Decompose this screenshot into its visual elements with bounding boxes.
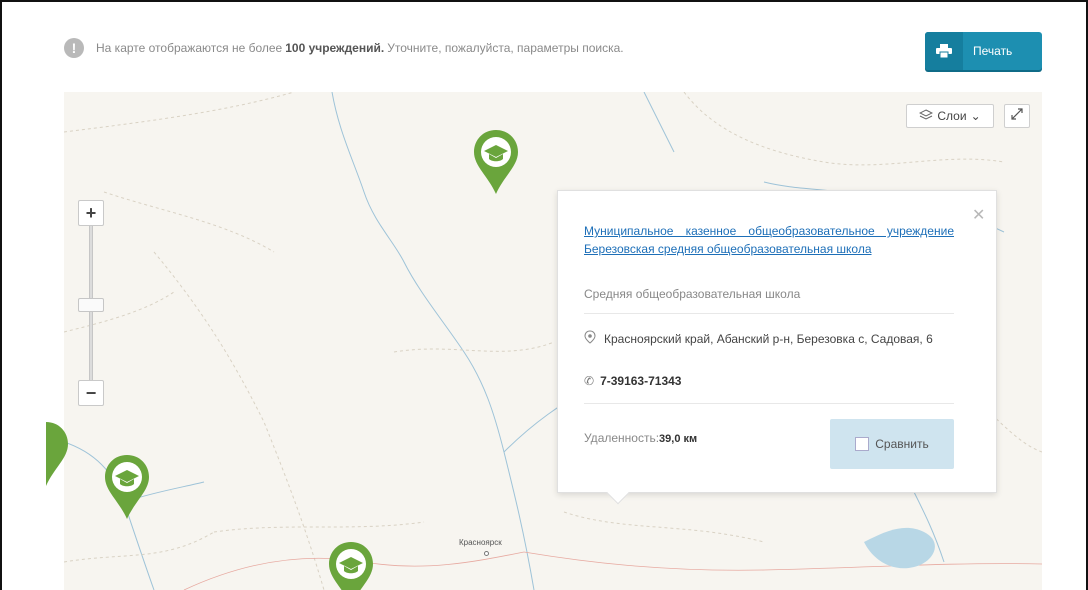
school-marker[interactable] <box>327 540 375 590</box>
address-row: Красноярский край, Абанский р-н, Березов… <box>584 330 954 349</box>
fullscreen-button[interactable] <box>1004 104 1030 128</box>
printer-icon <box>925 32 963 70</box>
layers-icon <box>919 108 934 124</box>
phone-icon: ✆ <box>584 374 595 388</box>
city-marker-dot <box>484 551 489 556</box>
zoom-control: + − <box>78 200 104 406</box>
close-icon[interactable]: ✕ <box>972 205 985 225</box>
graduation-cap-icon <box>329 542 373 590</box>
zoom-in-button[interactable]: + <box>78 200 104 226</box>
compare-checkbox[interactable] <box>855 437 870 451</box>
zoom-out-button[interactable]: − <box>78 380 104 406</box>
print-button-label: Печать <box>973 44 1013 58</box>
school-marker[interactable] <box>472 128 520 196</box>
chevron-down-icon: ⌄ <box>970 109 981 123</box>
graduation-cap-icon <box>105 455 149 519</box>
institution-type: Средняя общеобразовательная школа <box>584 287 801 301</box>
school-marker[interactable] <box>103 453 151 521</box>
compare-label: Сравнить <box>875 437 929 451</box>
distance-value: 39,0 км <box>659 433 698 445</box>
institution-title-link[interactable]: Муниципальное казенное общеобразовательн… <box>584 222 954 258</box>
phone-row: ✆ 7-39163-71343 <box>584 374 681 388</box>
city-label: Красноярск <box>459 538 502 547</box>
school-marker-partial[interactable] <box>46 420 70 488</box>
divider <box>584 403 954 404</box>
graduation-cap-icon <box>46 422 68 486</box>
zoom-slider-handle[interactable] <box>78 298 104 312</box>
institution-phone: 7-39163-71343 <box>600 374 682 388</box>
notice-text-before: На карте отображаются не более <box>96 41 283 55</box>
institution-address: Красноярский край, Абанский р-н, Березов… <box>604 332 933 346</box>
compare-button[interactable]: Сравнить <box>830 419 954 469</box>
location-pin-icon <box>584 330 604 349</box>
layers-button[interactable]: Слои ⌄ <box>906 104 994 128</box>
distance-label: Удаленность: <box>584 431 660 445</box>
layers-label: Слои <box>937 109 967 123</box>
distance-info: Удаленность:39,0 км <box>584 431 697 445</box>
expand-icon <box>1011 107 1023 125</box>
notice-text-after: Уточните, пожалуйста, параметры поиска. <box>387 41 624 55</box>
info-icon: ! <box>64 38 84 58</box>
institution-popup: ✕ Муниципальное казенное общеобразовател… <box>557 190 997 505</box>
notice-text-bold: 100 учреждений. <box>285 41 385 55</box>
print-button[interactable]: Печать <box>925 32 1042 70</box>
graduation-cap-icon <box>474 130 518 194</box>
results-limit-notice: ! На карте отображаются не более 100 учр… <box>64 36 624 60</box>
divider <box>584 313 954 314</box>
